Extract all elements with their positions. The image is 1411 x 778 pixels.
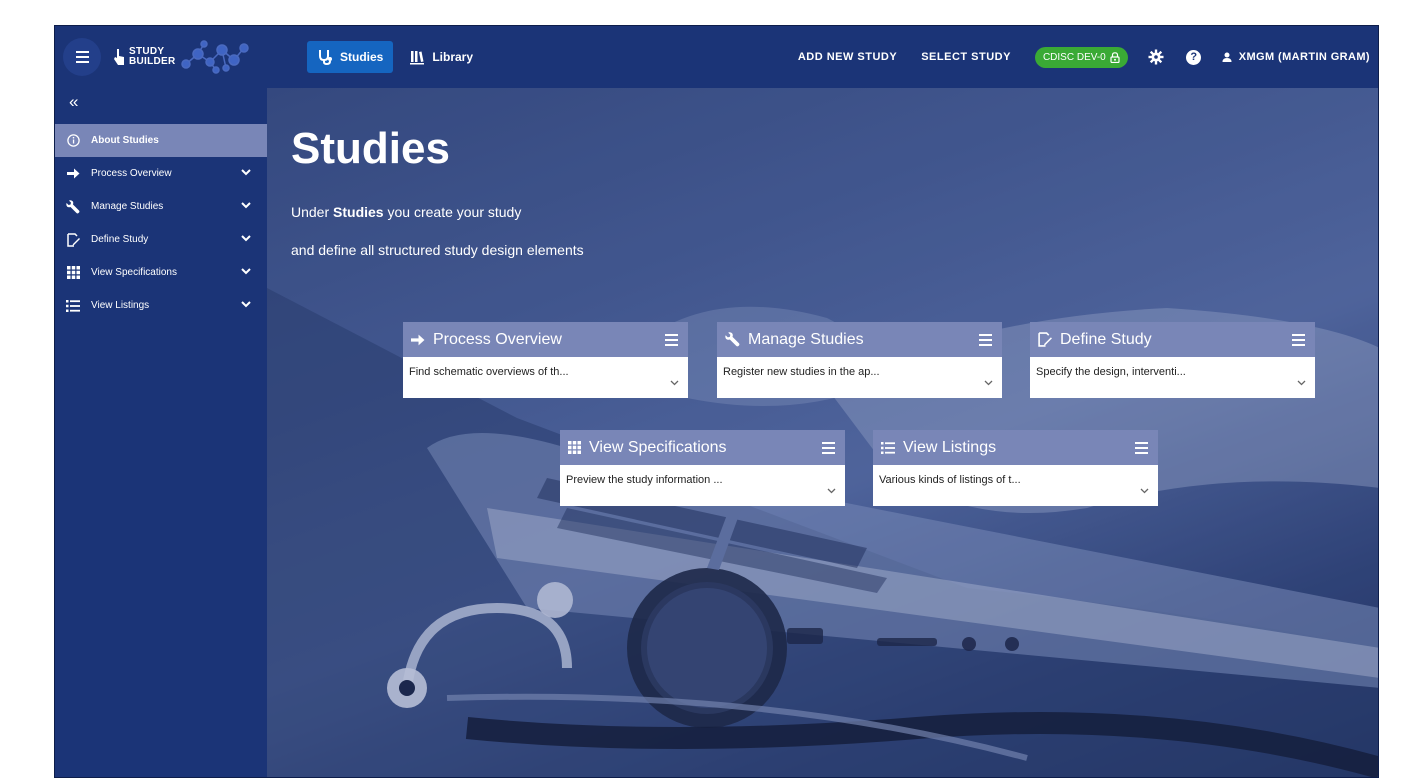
card-header: View Specifications xyxy=(560,430,845,465)
card-menu-icon[interactable] xyxy=(1135,441,1148,454)
intro-prefix: Under xyxy=(291,204,334,220)
chevron-down-icon[interactable] xyxy=(241,300,251,311)
card-description-select[interactable]: Various kinds of listings of t... xyxy=(873,465,1158,506)
card-header: Define Study xyxy=(1030,322,1315,357)
top-bar: STUDY BUILDER Studies Library ADD NEW ST… xyxy=(55,26,1378,88)
card-title: View Listings xyxy=(903,438,997,456)
sidebar-item-label: Define Study xyxy=(91,234,149,245)
card-description: Preview the study information ... xyxy=(566,474,723,486)
tab-studies-label: Studies xyxy=(340,50,384,64)
wrench-icon xyxy=(65,199,81,214)
chevron-down-icon[interactable] xyxy=(241,168,251,179)
card-header: Process Overview xyxy=(403,322,688,357)
library-icon xyxy=(410,51,425,65)
molecule-graphic-icon xyxy=(180,40,249,74)
hamburger-menu-icon[interactable] xyxy=(63,38,101,76)
card-title: View Specifications xyxy=(589,438,727,456)
user-name: XMGM (MARTIN GRAM) xyxy=(1238,51,1370,63)
card-title: Define Study xyxy=(1060,330,1152,348)
card-manage-studies[interactable]: Manage Studies Register new studies in t… xyxy=(717,322,1002,398)
card-view-specifications[interactable]: View Specifications Preview the study in… xyxy=(560,430,845,506)
sidebar-item-label: View Listings xyxy=(91,300,150,311)
info-icon xyxy=(65,134,81,147)
sidebar-item-manage-studies[interactable]: Manage Studies xyxy=(55,190,267,223)
user-menu[interactable]: XMGM (MARTIN GRAM) xyxy=(1222,51,1370,63)
card-title: Process Overview xyxy=(433,330,562,348)
card-process-overview[interactable]: Process Overview Find schematic overview… xyxy=(403,322,688,398)
page-title: Studies xyxy=(291,124,450,173)
card-menu-icon[interactable] xyxy=(822,441,835,454)
chevron-down-icon[interactable] xyxy=(827,485,836,497)
define-icon xyxy=(1038,332,1052,347)
card-menu-icon[interactable] xyxy=(1292,333,1305,346)
intro-bold: Studies xyxy=(333,204,384,220)
chevron-down-icon[interactable] xyxy=(1140,485,1149,497)
user-icon xyxy=(1222,52,1232,62)
select-study-button[interactable]: SELECT STUDY xyxy=(921,51,1011,63)
list-icon xyxy=(65,299,81,312)
card-define-study[interactable]: Define Study Specify the design, interve… xyxy=(1030,322,1315,398)
sidebar-item-label: Manage Studies xyxy=(91,201,164,212)
study-builder-logo[interactable]: STUDY BUILDER xyxy=(109,37,259,77)
sidebar-item-label: Process Overview xyxy=(91,168,172,179)
stethoscope-icon xyxy=(319,50,332,65)
card-menu-icon[interactable] xyxy=(979,333,992,346)
card-description: Find schematic overviews of th... xyxy=(409,366,569,378)
card-description-select[interactable]: Specify the design, interventi... xyxy=(1030,357,1315,398)
card-description: Specify the design, interventi... xyxy=(1036,366,1186,378)
collapse-sidebar-icon[interactable]: « xyxy=(55,88,267,124)
chevron-down-icon[interactable] xyxy=(241,267,251,278)
card-description-select[interactable]: Find schematic overviews of th... xyxy=(403,357,688,398)
main-content: Studies Under Studies you create your st… xyxy=(267,88,1378,777)
grid-icon xyxy=(65,266,81,279)
grid-icon xyxy=(568,441,581,454)
tab-library-label: Library xyxy=(432,50,474,64)
sidebar-item-about-studies[interactable]: About Studies xyxy=(55,124,267,157)
app-window: STUDY BUILDER Studies Library ADD NEW ST… xyxy=(54,25,1379,778)
sidebar-item-label: View Specifications xyxy=(91,267,177,278)
sidebar-item-label: About Studies xyxy=(91,135,159,146)
add-new-study-button[interactable]: ADD NEW STUDY xyxy=(798,51,897,63)
card-description: Register new studies in the ap... xyxy=(723,366,880,378)
chevron-down-icon[interactable] xyxy=(670,377,679,389)
sidebar-item-define-study[interactable]: Define Study xyxy=(55,223,267,256)
card-header: Manage Studies xyxy=(717,322,1002,357)
chevron-down-icon[interactable] xyxy=(984,377,993,389)
intro-line-2: and define all structured study design e… xyxy=(291,242,584,258)
intro-suffix: you create your study xyxy=(383,204,522,220)
arrow-right-icon xyxy=(65,168,81,179)
card-description-select[interactable]: Register new studies in the ap... xyxy=(717,357,1002,398)
card-header: View Listings xyxy=(873,430,1158,465)
card-description-select[interactable]: Preview the study information ... xyxy=(560,465,845,506)
environment-label: CDISC DEV-0 xyxy=(1042,51,1106,63)
tab-library[interactable]: Library xyxy=(399,41,483,73)
wrench-icon xyxy=(725,332,740,347)
chevron-down-icon[interactable] xyxy=(241,201,251,212)
lock-icon xyxy=(1110,51,1120,63)
define-icon xyxy=(65,232,81,247)
card-title: Manage Studies xyxy=(748,330,864,348)
card-view-listings[interactable]: View Listings Various kinds of listings … xyxy=(873,430,1158,506)
card-description: Various kinds of listings of t... xyxy=(879,474,1021,486)
sidebar: « About Studies Process Overview Manage … xyxy=(55,88,267,777)
pointer-icon xyxy=(114,49,124,65)
tab-studies[interactable]: Studies xyxy=(307,41,394,73)
chevron-down-icon[interactable] xyxy=(241,234,251,245)
sidebar-item-process-overview[interactable]: Process Overview xyxy=(55,157,267,190)
arrow-right-icon xyxy=(411,334,425,346)
environment-badge[interactable]: CDISC DEV-0 xyxy=(1034,46,1128,68)
sidebar-item-view-listings[interactable]: View Listings xyxy=(55,289,267,322)
settings-gear-icon[interactable] xyxy=(1146,47,1166,67)
logo-text-bottom: BUILDER xyxy=(129,56,176,67)
help-icon[interactable]: ? xyxy=(1184,47,1204,67)
chevron-down-icon[interactable] xyxy=(1297,377,1306,389)
card-menu-icon[interactable] xyxy=(665,333,678,346)
list-icon xyxy=(881,441,895,454)
sidebar-item-view-specifications[interactable]: View Specifications xyxy=(55,256,267,289)
intro-line-1: Under Studies you create your study xyxy=(291,204,521,220)
